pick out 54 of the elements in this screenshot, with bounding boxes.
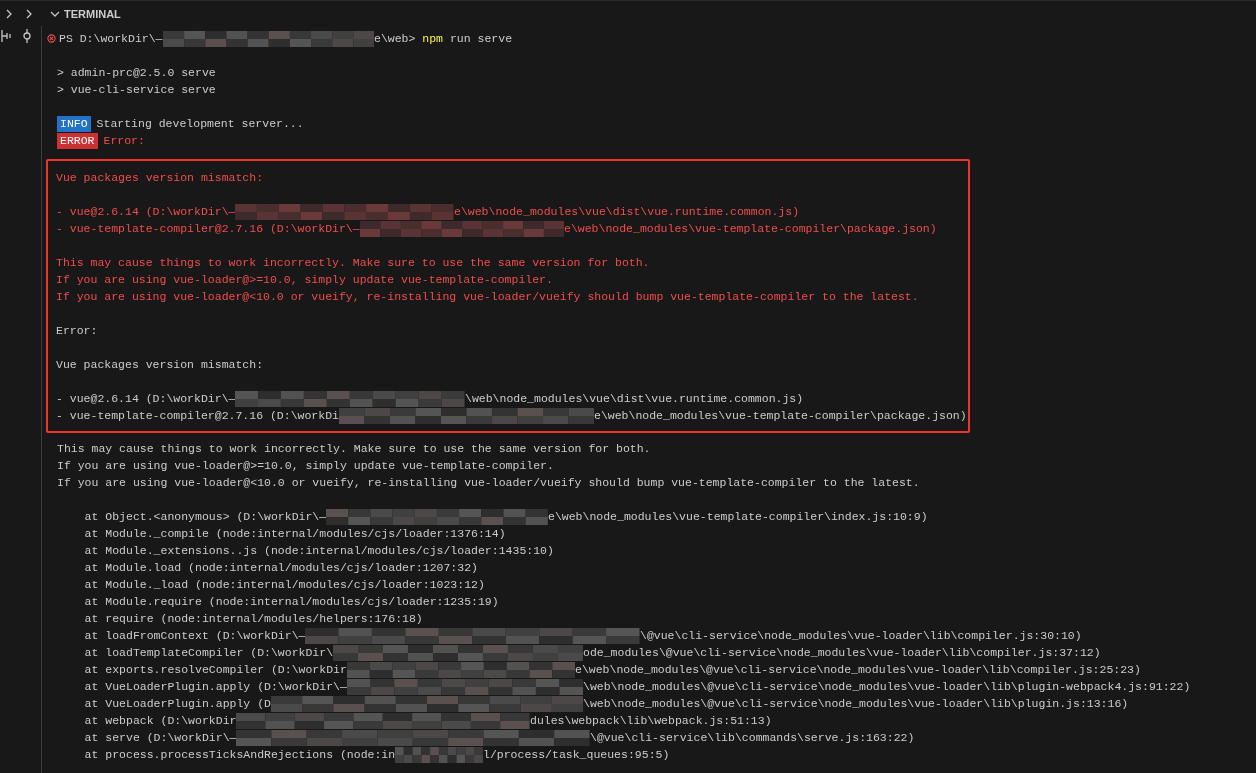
terminal-line: at Module._load (node:internal/modules/cjs/loader:1023:12) — [83, 577, 485, 593]
terminal-text: at serve (D:\workDir\— — [83, 730, 237, 746]
terminal-line: This may cause things to work incorrectly. Make sure to use the same version for both. — [56, 255, 650, 271]
error-icon[interactable] — [47, 34, 56, 43]
terminal-text: PS D:\workDir\— — [59, 31, 163, 47]
terminal-text: l/process/task_queues:95:5) — [483, 747, 670, 763]
terminal-line: This may cause things to work incorrectly. Make sure to use the same version for both. — [57, 441, 651, 457]
terminal-text: at loadFromContext (D:\workDir\— — [83, 628, 306, 644]
terminal-line: Vue packages version mismatch: — [56, 357, 264, 373]
terminal-text: run serve — [448, 31, 513, 47]
terminal-line: If you are using vue-loader@<10.0 or vueify, re-installing vue-loader/vueify should bump vue-template-compiler to the latest. — [57, 475, 920, 491]
terminal-text: e\web\node_modules\@vue\cli-service\node_modules\vue-loader\lib\compiler.js:25:23) — [575, 662, 1141, 678]
terminal-text: \web\node_modules\@vue\cli-service\node_modules\vue-loader\lib\plugin-webpack4.js:91:22) — [583, 679, 1191, 695]
terminal-line: Vue packages version mismatch: — [56, 170, 264, 186]
terminal-line: Error: — [56, 323, 98, 339]
log-level-badge: INFO — [57, 115, 91, 132]
terminal-line: If you are using vue-loader@>=10.0, simply update vue-template-compiler. — [56, 272, 553, 288]
terminal-line: > admin-prc@2.5.0 serve — [57, 65, 216, 81]
log-level-badge: ERROR — [57, 132, 98, 149]
terminal-text: e\web\node_modules\vue-template-compiler\package.json) — [564, 221, 937, 237]
terminal-line: at Module._compile (node:internal/modules/cjs/loader:1376:14) — [83, 526, 506, 542]
terminal-text: \web\node_modules\@vue\cli-service\node_modules\vue-loader\lib\plugin.js:13:16) — [583, 696, 1129, 712]
terminal-line: > vue-cli-service serve — [57, 82, 216, 98]
terminal-line: at Module.load (node:internal/modules/cjs/loader:1207:32) — [83, 560, 478, 576]
terminal-line: at require (node:internal/modules/helpers:176:18) — [83, 611, 423, 627]
terminal-line: If you are using vue-loader@<10.0 or vueify, re-installing vue-loader/vueify should bump vue-template-compiler to the latest. — [56, 289, 919, 305]
panel-title[interactable]: TERMINAL — [64, 7, 121, 20]
terminal-text: e\web\node_modules\vue-template-compiler\index.js:10:9) — [548, 509, 928, 525]
terminal-text: - vue-template-compiler@2.7.16 (D:\workDi — [56, 408, 339, 424]
terminal-text: at exports.resolveCompiler (D:\workDir — [83, 662, 347, 678]
terminal-text: at process.processTicksAndRejections (node:in — [83, 747, 396, 763]
terminal-text: at VueLoaderPlugin.apply (D:\workDir\— — [83, 679, 347, 695]
terminal-line: at Module._extensions..js (node:internal/modules/cjs/loader:1435:10) — [83, 543, 554, 559]
terminal-text: e\web\node_modules\vue-template-compiler\package.json) — [594, 408, 967, 424]
terminal-text: at Object.<anonymous> (D:\workDir\— — [83, 509, 327, 525]
terminal-text: dules\webpack\lib\webpack.js:51:13) — [530, 713, 772, 729]
terminal-text: \@vue\cli-service\node_modules\vue-loader\lib\compiler.js:30:10) — [640, 628, 1082, 644]
terminal-line: at Module.require (node:internal/modules/cjs/loader:1235:19) — [83, 594, 499, 610]
terminal-text: - vue@2.6.14 (D:\workDir\— — [56, 204, 236, 220]
terminal-text: e\web> — [374, 31, 417, 47]
terminal-text: - vue-template-compiler@2.7.16 (D:\workDir\— — [56, 221, 360, 237]
command-text: npm — [422, 31, 444, 47]
terminal-line: If you are using vue-loader@>=10.0, simply update vue-template-compiler. — [57, 458, 554, 474]
terminal-text: \web\node_modules\vue\dist\vue.runtime.common.js) — [465, 391, 804, 407]
terminal-line: Error: — [103, 133, 145, 149]
terminal-text: \@vue\cli-service\lib\commands\serve.js:163:22) — [590, 730, 915, 746]
terminal-text: e\web\node_modules\vue\dist\vue.runtime.common.js) — [454, 204, 800, 220]
terminal-text: - vue@2.6.14 (D:\workDir\— — [56, 391, 236, 407]
terminal-text: at webpack (D:\workDir — [83, 713, 237, 729]
terminal-line: Starting development server... — [96, 116, 304, 132]
terminal-text: ode_modules\@vue\cli-service\node_modules\vue-loader\lib\compiler.js:37:12) — [583, 645, 1101, 661]
terminal-text: at VueLoaderPlugin.apply (D — [83, 696, 271, 712]
terminal-text: at loadTemplateCompiler (D:\workDir\ — [83, 645, 334, 661]
commit-icon[interactable] — [20, 28, 34, 44]
